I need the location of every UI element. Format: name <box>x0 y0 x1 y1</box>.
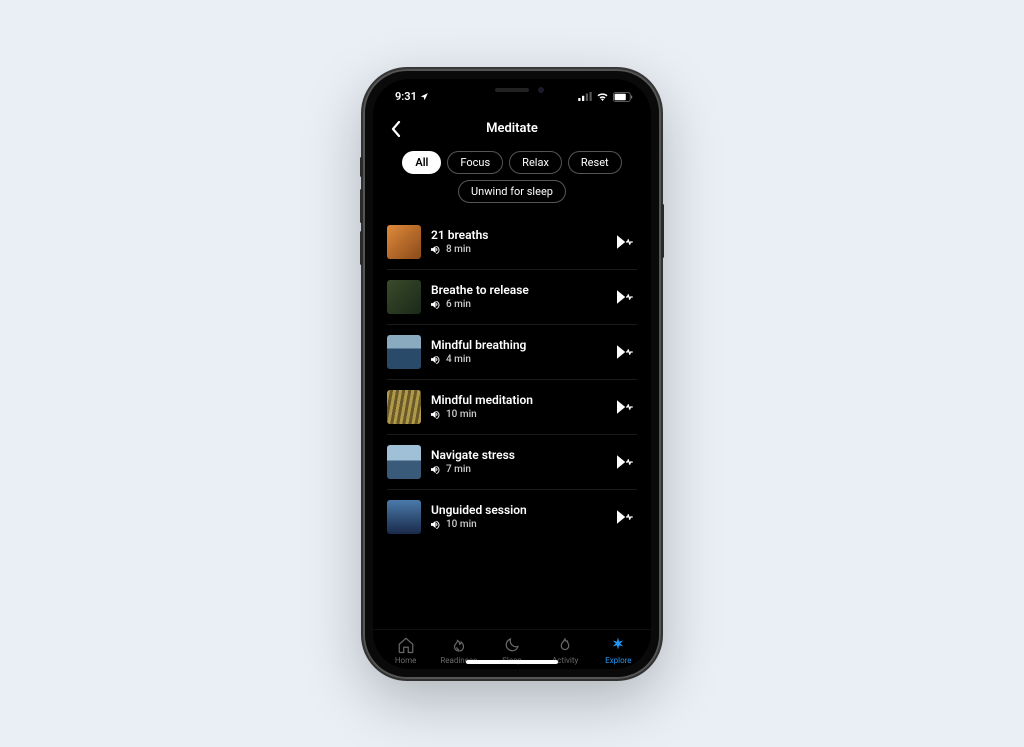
session-title: Breathe to release <box>431 283 605 297</box>
chevron-left-icon <box>391 121 401 137</box>
session-meta: 21 breaths 8 min <box>431 228 605 255</box>
location-icon <box>420 92 429 101</box>
sound-icon <box>431 355 442 364</box>
play-button[interactable] <box>615 506 637 528</box>
session-row[interactable]: Mindful meditation 10 min <box>387 380 637 435</box>
play-button[interactable] <box>615 231 637 253</box>
status-time: 9:31 <box>395 90 417 103</box>
session-duration: 8 min <box>446 244 471 255</box>
filter-chip-unwind[interactable]: Unwind for sleep <box>458 180 566 203</box>
home-indicator[interactable] <box>466 660 558 664</box>
sound-icon <box>431 410 442 419</box>
session-title: 21 breaths <box>431 228 605 242</box>
session-duration: 10 min <box>446 519 477 530</box>
session-title: Unguided session <box>431 503 605 517</box>
sound-icon <box>431 520 442 529</box>
notch <box>452 79 572 101</box>
play-button[interactable] <box>615 396 637 418</box>
session-thumbnail <box>387 280 421 314</box>
play-pulse-icon <box>617 455 635 469</box>
sound-icon <box>431 300 442 309</box>
sparkle-icon <box>609 636 627 654</box>
play-pulse-icon <box>617 400 635 414</box>
session-meta: Mindful breathing 4 min <box>431 338 605 365</box>
readiness-icon <box>450 636 468 654</box>
silent-switch <box>360 157 363 177</box>
power-button <box>661 204 664 258</box>
moon-icon <box>503 636 521 654</box>
session-title: Mindful meditation <box>431 393 605 407</box>
page-title: Meditate <box>373 121 651 136</box>
filter-chip-reset[interactable]: Reset <box>568 151 622 174</box>
tab-label: Explore <box>605 656 631 665</box>
screen: 9:31 Meditate All Focus Relax Reset Unwi… <box>373 79 651 669</box>
session-title: Mindful breathing <box>431 338 605 352</box>
cellular-icon <box>578 92 592 101</box>
volume-up-button <box>360 189 363 223</box>
session-duration: 6 min <box>446 299 471 310</box>
session-thumbnail <box>387 500 421 534</box>
tab-label: Home <box>395 656 417 665</box>
session-row[interactable]: Unguided session 10 min <box>387 490 637 544</box>
play-button[interactable] <box>615 341 637 363</box>
session-thumbnail <box>387 445 421 479</box>
session-duration: 7 min <box>446 464 471 475</box>
phone-frame: 9:31 Meditate All Focus Relax Reset Unwi… <box>363 69 661 679</box>
play-pulse-icon <box>617 510 635 524</box>
tab-home[interactable]: Home <box>381 636 431 665</box>
session-meta: Mindful meditation 10 min <box>431 393 605 420</box>
play-button[interactable] <box>615 451 637 473</box>
home-icon <box>397 636 415 654</box>
session-meta: Navigate stress 7 min <box>431 448 605 475</box>
wifi-icon <box>596 92 609 101</box>
session-duration: 4 min <box>446 354 471 365</box>
session-meta: Breathe to release 6 min <box>431 283 605 310</box>
session-row[interactable]: Mindful breathing 4 min <box>387 325 637 380</box>
session-thumbnail <box>387 390 421 424</box>
filter-chip-focus[interactable]: Focus <box>447 151 503 174</box>
tab-explore[interactable]: Explore <box>593 636 643 665</box>
filter-chips: All Focus Relax Reset Unwind for sleep <box>373 147 651 211</box>
battery-icon <box>613 92 633 102</box>
filter-chip-all[interactable]: All <box>402 151 441 174</box>
flame-icon <box>556 636 574 654</box>
session-meta: Unguided session 10 min <box>431 503 605 530</box>
session-row[interactable]: Navigate stress 7 min <box>387 435 637 490</box>
session-list[interactable]: 21 breaths 8 min Breathe to release <box>373 211 651 629</box>
session-thumbnail <box>387 335 421 369</box>
play-pulse-icon <box>617 290 635 304</box>
session-row[interactable]: Breathe to release 6 min <box>387 270 637 325</box>
volume-down-button <box>360 231 363 265</box>
session-title: Navigate stress <box>431 448 605 462</box>
session-thumbnail <box>387 225 421 259</box>
filter-chip-relax[interactable]: Relax <box>509 151 562 174</box>
session-duration: 10 min <box>446 409 477 420</box>
sound-icon <box>431 245 442 254</box>
play-button[interactable] <box>615 286 637 308</box>
sound-icon <box>431 465 442 474</box>
header: Meditate <box>373 115 651 147</box>
play-pulse-icon <box>617 345 635 359</box>
play-pulse-icon <box>617 235 635 249</box>
back-button[interactable] <box>385 119 407 139</box>
session-row[interactable]: 21 breaths 8 min <box>387 215 637 270</box>
